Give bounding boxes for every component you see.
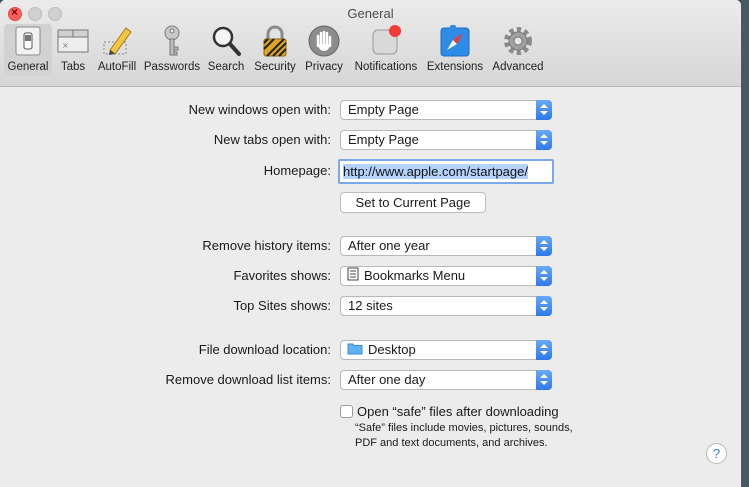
homepage-field[interactable]: http://www.apple.com/startpage/ [338,159,554,184]
download-location-label: File download location: [198,342,331,357]
top-sites-popup[interactable]: 12 sites [340,296,552,316]
tab-notifications[interactable]: Notifications [350,24,422,76]
homepage-value: http://www.apple.com/startpage/ [343,164,528,179]
new-tabs-popup[interactable]: Empty Page [340,130,552,150]
tab-tabs[interactable]: × Tabs [54,24,92,76]
remove-downloads-value: After one day [348,372,426,387]
popup-stepper-icon [536,266,552,286]
popup-stepper-icon [536,296,552,316]
preferences-window: General General × Tabs AutoFill Password… [0,0,741,487]
tab-passwords[interactable]: Passwords [142,24,202,76]
remove-history-value: After one year [348,238,430,253]
tab-passwords-label: Passwords [143,61,201,73]
favorites-label: Favorites shows: [233,268,331,283]
tab-search[interactable]: Search [206,24,246,76]
safe-files-note: “Safe” files include movies, pictures, s… [355,422,573,449]
svg-text:×: × [62,41,69,50]
tab-security-label: Security [254,61,296,73]
tab-security[interactable]: Security [251,24,299,76]
tab-autofill-label: AutoFill [97,61,137,73]
tab-privacy[interactable]: Privacy [302,24,346,76]
top-sites-value: 12 sites [348,298,393,313]
new-tabs-value: Empty Page [348,132,419,147]
extensions-compass-icon [438,24,472,58]
tab-extensions[interactable]: Extensions [425,24,485,76]
tab-advanced[interactable]: Advanced [489,24,547,76]
open-safe-files-label[interactable]: Open “safe” files after downloading [357,404,559,419]
autofill-pencil-icon [100,24,134,58]
download-location-value: Desktop [368,342,416,357]
tab-tabs-label: Tabs [60,61,86,73]
tab-privacy-label: Privacy [305,61,343,73]
favorites-popup[interactable]: Bookmarks Menu [340,266,552,286]
tab-general[interactable]: General [4,24,52,76]
remove-history-label: Remove history items: [202,238,331,253]
remove-history-popup[interactable]: After one year [340,236,552,256]
padlock-icon [258,24,292,58]
new-windows-popup[interactable]: Empty Page [340,100,552,120]
desktop-background [741,0,749,487]
help-button[interactable]: ? [706,443,727,464]
new-windows-value: Empty Page [348,102,419,117]
general-switch-icon [11,24,45,58]
favorites-value: Bookmarks Menu [364,268,466,283]
popup-stepper-icon [536,236,552,256]
tab-notifications-label: Notifications [354,61,418,73]
hand-icon [307,24,341,58]
title-bar: General General × Tabs AutoFill Password… [0,0,741,87]
set-to-current-page-button[interactable]: Set to Current Page [340,192,486,213]
homepage-label: Homepage: [263,163,331,178]
popup-stepper-icon [536,370,552,390]
notification-badge-icon [369,24,403,58]
top-sites-label: Top Sites shows: [233,298,331,313]
new-tabs-label: New tabs open with: [213,132,331,147]
popup-stepper-icon [536,100,552,120]
tab-advanced-label: Advanced [492,61,544,73]
tabs-icon: × [56,24,90,58]
window-title: General [347,6,394,21]
popup-stepper-icon [536,340,552,360]
download-location-popup[interactable]: Desktop [340,340,552,360]
folder-icon [347,342,363,360]
open-safe-files-checkbox[interactable] [340,405,353,418]
tab-search-label: Search [207,61,245,73]
tab-general-label: General [7,61,49,73]
new-windows-label: New windows open with: [188,102,331,117]
bookmarks-list-icon [347,267,359,286]
remove-downloads-label: Remove download list items: [165,372,331,387]
popup-stepper-icon [536,130,552,150]
gear-icon [501,24,535,58]
magnifier-icon [209,24,243,58]
remove-downloads-popup[interactable]: After one day [340,370,552,390]
tab-extensions-label: Extensions [426,61,484,73]
key-icon [155,24,189,58]
tab-autofill[interactable]: AutoFill [94,24,140,76]
